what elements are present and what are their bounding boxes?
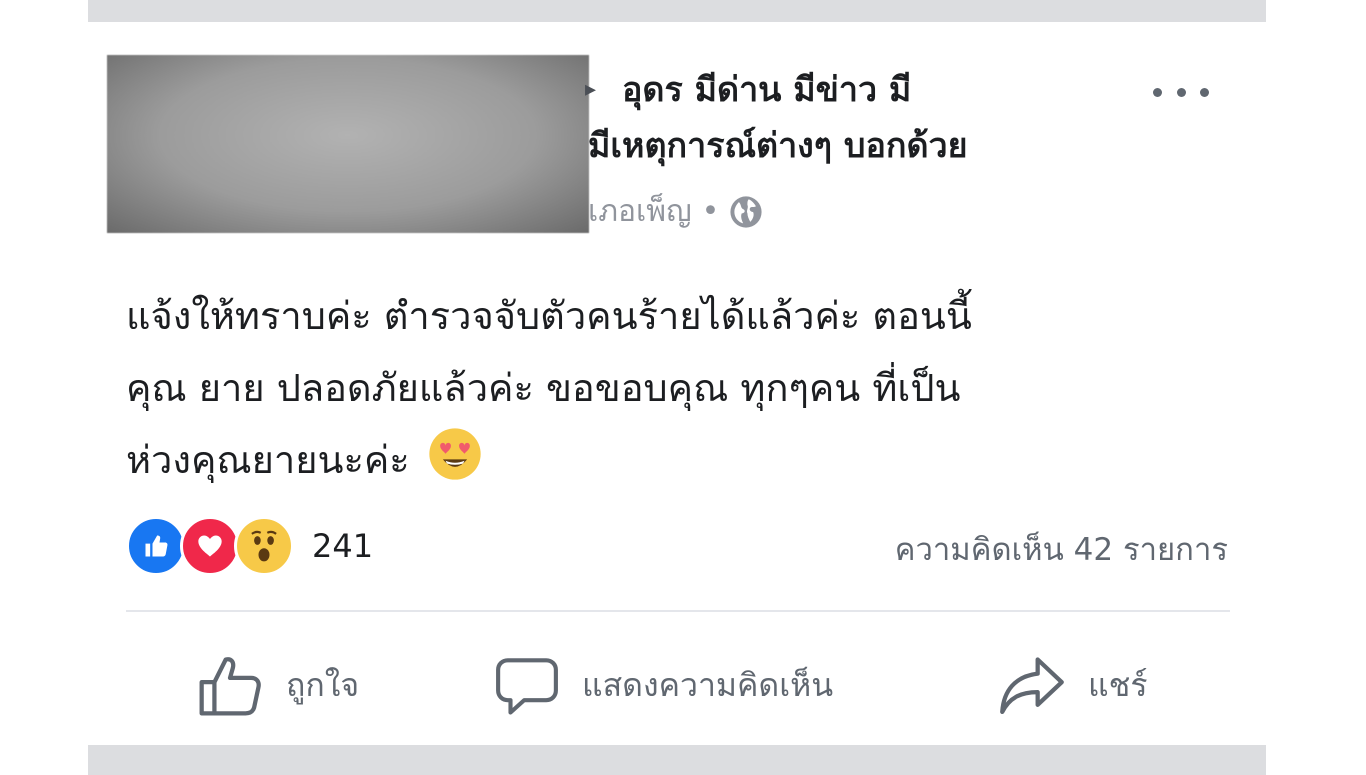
- page-name-line1[interactable]: อุดร มีด่าน มีข่าว มี: [622, 68, 911, 112]
- share-button[interactable]: แชร์: [998, 640, 1148, 730]
- post-body: แจ้งให้ทราบค่ะ ตำรวจจับตัวคนร้ายได้แล้วค…: [126, 280, 1246, 496]
- love-reaction-icon: [180, 516, 240, 576]
- chevron-right-icon: ▸: [585, 77, 597, 102]
- top-separator-band: [88, 0, 1266, 22]
- bottom-separator-band: [88, 745, 1266, 775]
- globe-icon[interactable]: [729, 195, 763, 229]
- post-text-line: คุณ ยาย ปลอดภัยแล้วค่ะ ขอขอบคุณ ทุกๆคน ท…: [126, 366, 961, 410]
- post-text-line: ห่วงคุณยายนะค่ะ: [126, 438, 410, 482]
- heart-eyes-emoji-icon: [429, 428, 481, 480]
- comment-count-link[interactable]: ความคิดเห็น 42 รายการ: [895, 524, 1228, 574]
- comment-button[interactable]: แสดงความคิดเห็น: [494, 640, 833, 730]
- meta-separator: •: [701, 194, 720, 229]
- share-arrow-icon: [1000, 657, 1064, 715]
- like-button[interactable]: ถูกใจ: [196, 640, 359, 730]
- comment-label: แสดงความคิดเห็น: [582, 665, 834, 704]
- action-divider: [126, 610, 1230, 612]
- comment-bubble-icon: [496, 658, 558, 715]
- post-meta: เภอเพ็ญ •: [588, 188, 763, 235]
- author-fragment: เภอเพ็ญ: [588, 194, 692, 229]
- share-label: แชร์: [1088, 665, 1148, 704]
- blurred-profile-area: [107, 55, 589, 233]
- like-label: ถูกใจ: [286, 665, 360, 704]
- action-bar: ถูกใจ แสดงความคิดเห็น แชร์: [88, 640, 1266, 730]
- more-options-icon[interactable]: [1153, 72, 1209, 112]
- reaction-summary[interactable]: 241: [126, 516, 373, 576]
- post-text-line: แจ้งให้ทราบค่ะ ตำรวจจับตัวคนร้ายได้แล้วค…: [126, 294, 972, 338]
- wow-reaction-icon: [234, 516, 294, 576]
- reaction-count: 241: [312, 527, 374, 565]
- like-reaction-icon: [126, 516, 186, 576]
- post-card: ▸ อุดร มีด่าน มีข่าว มี มีเหตุการณ์ต่างๆ…: [88, 22, 1266, 745]
- page-name-line2[interactable]: มีเหตุการณ์ต่างๆ บอกด้วย: [588, 124, 968, 168]
- thumbs-up-icon: [199, 657, 261, 716]
